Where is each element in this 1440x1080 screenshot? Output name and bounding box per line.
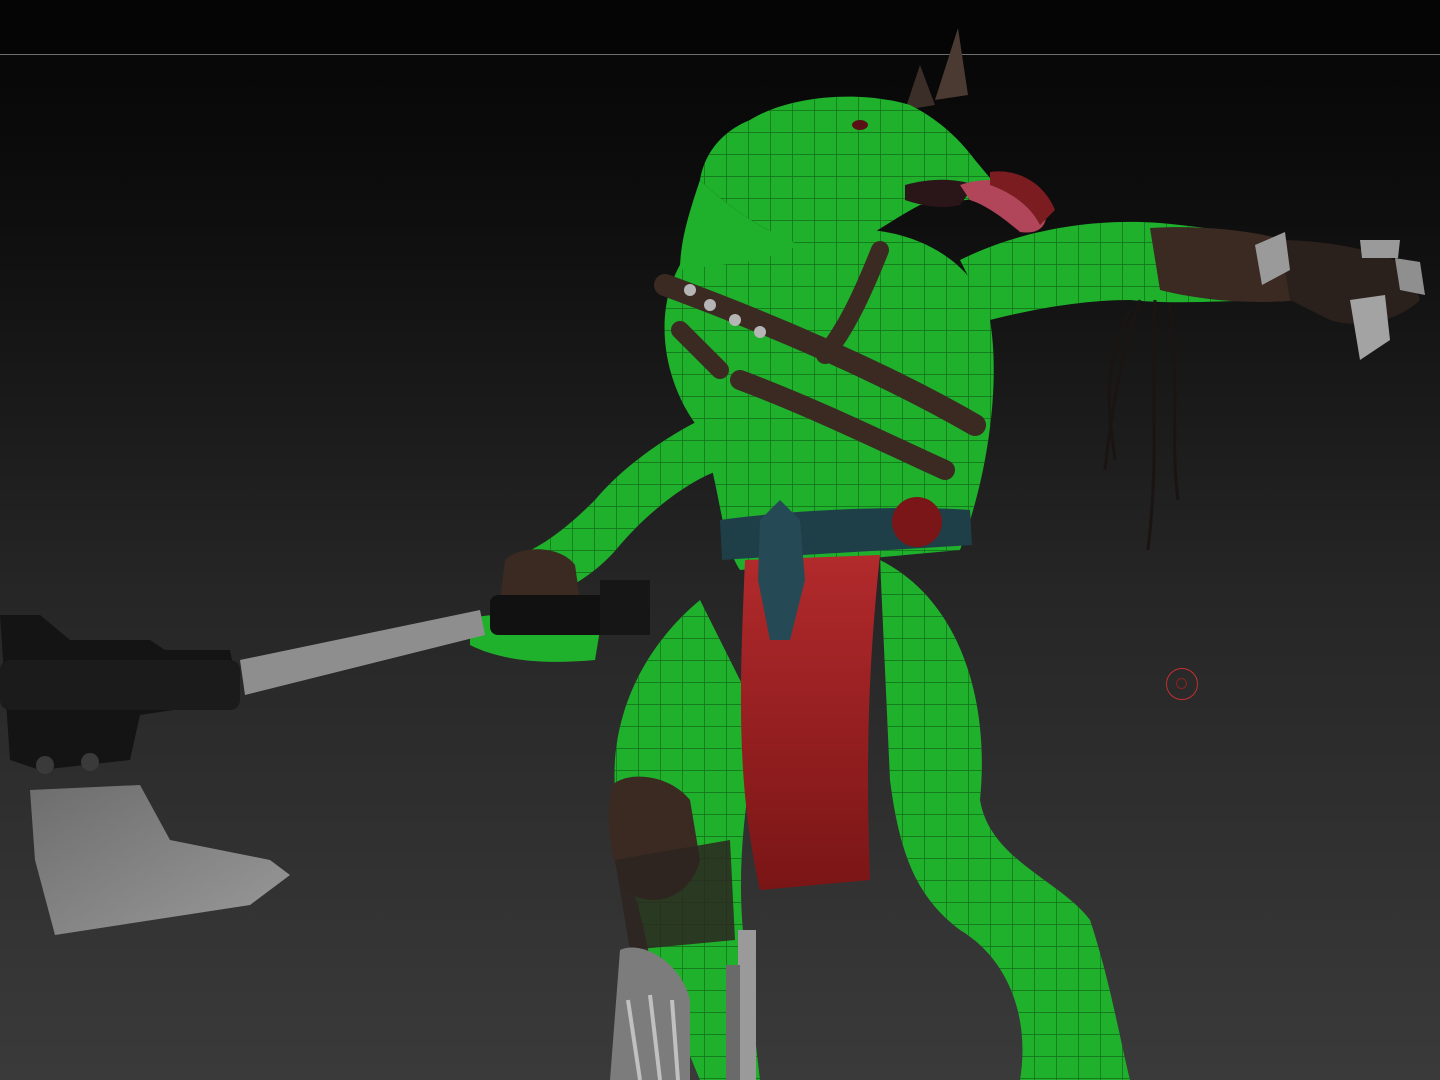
brush-cursor-center (1176, 678, 1187, 689)
axe (0, 580, 650, 935)
horns (905, 28, 968, 110)
3d-viewport[interactable] (0, 28, 1440, 1080)
model-render (0, 28, 1425, 1080)
right-arm (960, 221, 1425, 551)
brush-cursor-icon (1166, 668, 1198, 700)
